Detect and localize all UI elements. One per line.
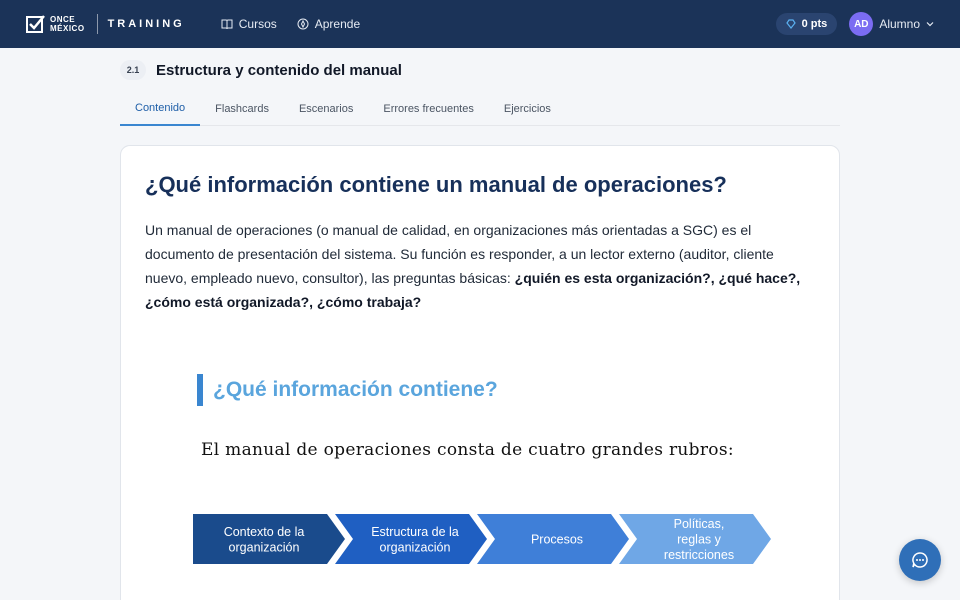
logo[interactable]: ONCE MÉXICO [26,14,85,34]
book-icon [221,19,233,30]
avatar: AD [849,12,874,36]
logo-text: ONCE MÉXICO [50,15,85,33]
user-name: Alumno [879,17,920,31]
process-step-label: organización [229,540,300,554]
user-menu[interactable]: AD Alumno [849,12,934,36]
accent-bar [197,374,203,406]
chevron-down-icon [926,22,934,27]
content-heading: ¿Qué información contiene un manual de o… [145,172,727,197]
main-nav: Cursos Aprende [221,17,360,31]
intro-paragraph: Un manual de operaciones (o manual de ca… [145,222,801,310]
top-navbar: ONCE MÉXICO TRAINING Cursos Aprende 0 pt… [0,0,960,48]
brand-name: TRAINING [107,18,185,30]
process-step-label: Procesos [531,533,583,547]
tab-errores-frecuentes[interactable]: Errores frecuentes [368,92,488,126]
logo-divider [96,14,98,34]
process-step-label: reglas y [677,533,722,547]
slide-subtitle: El manual de operaciones consta de cuatr… [201,440,734,460]
content-card: ¿Qué información contiene un manual de o… [120,145,840,600]
slide-title: ¿Qué información contiene? [213,378,498,401]
chat-icon [912,552,928,568]
slide-heading: ¿Qué información contiene? [197,374,498,406]
section-number-badge: 2.1 [120,60,146,80]
tab-flashcards[interactable]: Flashcards [200,92,284,126]
process-step-label: Políticas, [674,517,725,531]
tab-escenarios[interactable]: Escenarios [284,92,368,126]
gem-icon [785,19,796,29]
process-step-label: Estructura de la [371,525,459,539]
checkbox-logo-icon [26,15,45,33]
chat-button[interactable] [899,539,941,581]
nav-aprende[interactable]: Aprende [297,17,360,31]
compass-icon [297,18,309,30]
lesson-tabs: Contenido Flashcards Escenarios Errores … [120,92,840,126]
process-step-label: organización [380,540,451,554]
nav-cursos[interactable]: Cursos [221,17,277,31]
lesson-section: 2.1 Estructura y contenido del manual Co… [120,48,840,126]
process-step-label: restricciones [664,548,734,562]
tab-ejercicios[interactable]: Ejercicios [489,92,566,126]
points-badge[interactable]: 0 pts [775,13,838,35]
tab-contenido[interactable]: Contenido [120,92,201,126]
process-chevron-diagram: Contexto de laorganizaciónEstructura de … [193,514,771,564]
process-step-1 [193,514,345,564]
page-title: Estructura y contenido del manual [156,61,402,79]
process-step-label: Contexto de la [224,525,305,539]
process-step-2 [335,514,487,564]
